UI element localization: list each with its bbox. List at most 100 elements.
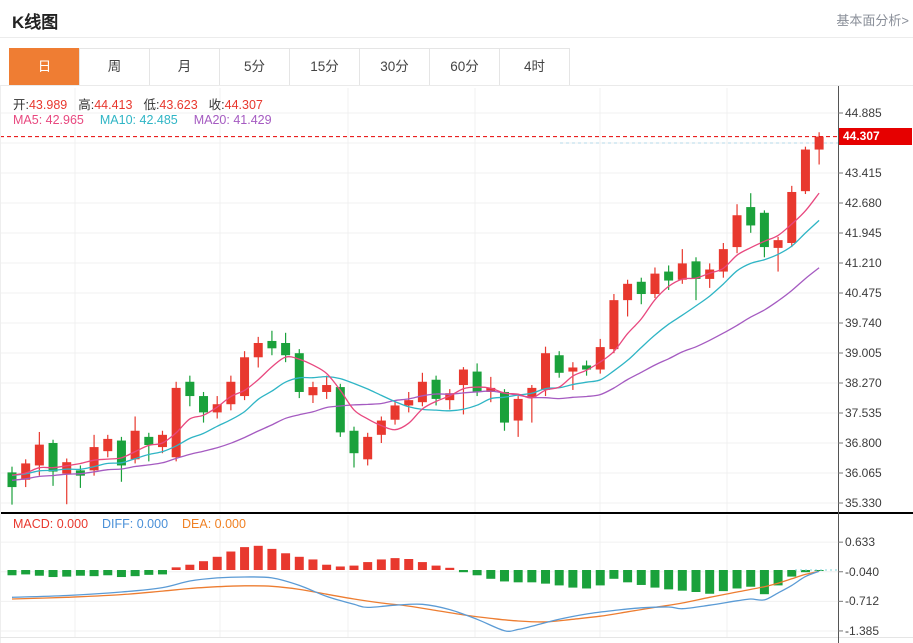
- macd-bar: [637, 570, 646, 585]
- macd-bar: [623, 570, 632, 582]
- macd-bar: [705, 570, 714, 594]
- current-price-badge: 44.307: [839, 128, 912, 145]
- axis-tick-label: 39.005: [845, 346, 882, 360]
- candle-body: [350, 431, 359, 453]
- candle-body: [391, 405, 400, 419]
- candle-body: [131, 431, 140, 460]
- axis-tick-label: 0.633: [845, 535, 875, 549]
- axis-tick-label: 44.885: [845, 106, 882, 120]
- macd-bar: [418, 562, 427, 570]
- candle-body: [733, 215, 742, 247]
- readout-item: DIFF: 0.000: [102, 517, 168, 531]
- macd-bar: [158, 570, 167, 574]
- macd-bar: [555, 570, 564, 585]
- candle-body: [281, 343, 290, 355]
- axis-tick-label: 35.330: [845, 496, 882, 510]
- macd-bar: [199, 561, 208, 570]
- macd-bar: [308, 559, 317, 570]
- macd-bar: [473, 570, 482, 575]
- macd-bar: [62, 570, 71, 577]
- candle-body: [144, 437, 153, 445]
- macd-bar: [240, 547, 249, 570]
- readout-item: MACD: 0.000: [13, 517, 88, 531]
- candle-body: [377, 421, 386, 435]
- macd-bar: [144, 570, 153, 575]
- axis-tick-label: 37.535: [845, 406, 882, 420]
- candle-body: [692, 261, 701, 279]
- axis-tick-label: -1.385: [845, 624, 879, 638]
- axis-tick-label: 36.800: [845, 436, 882, 450]
- candle-body: [664, 272, 673, 281]
- macd-bar: [49, 570, 58, 577]
- macd-bar: [527, 570, 536, 582]
- axis-tick-label: 40.475: [845, 286, 882, 300]
- candle-body: [459, 370, 468, 386]
- candle-body: [746, 207, 755, 225]
- axis-tick-label: 36.065: [845, 466, 882, 480]
- macd-bar: [254, 546, 263, 570]
- macd-bar: [609, 570, 618, 579]
- macd-bar: [746, 570, 755, 587]
- axis-tick-label: -0.040: [845, 565, 879, 579]
- macd-bar: [500, 570, 509, 581]
- macd-bar: [336, 566, 345, 570]
- readout-item: 开:43.989: [13, 94, 67, 113]
- ohlc-readout-row: 开:43.989 高:44.413 低:43.623 收:44.307: [13, 94, 263, 113]
- axis-tick-label: 43.415: [845, 166, 882, 180]
- candle-body: [609, 300, 618, 349]
- macd-bar: [404, 559, 413, 570]
- candle-body: [254, 343, 263, 357]
- candle-body: [568, 367, 577, 371]
- axis-tick-label: 38.270: [845, 376, 882, 390]
- candle-body: [596, 347, 605, 369]
- macd-bar: [486, 570, 495, 579]
- candle-body: [185, 382, 194, 396]
- candle-body: [418, 382, 427, 402]
- candle-body: [103, 439, 112, 451]
- macd-bar: [131, 570, 140, 576]
- candle-body: [787, 192, 796, 243]
- macd-bar: [514, 570, 523, 582]
- macd-bar: [281, 553, 290, 570]
- readout-item: 高:44.413: [78, 94, 132, 113]
- candle-body: [801, 150, 810, 192]
- macd-bar: [459, 570, 468, 572]
- axis-tick-label: 41.210: [845, 256, 882, 270]
- candle-body: [404, 400, 413, 405]
- readout-item: 低:43.623: [143, 94, 197, 113]
- macd-bar: [733, 570, 742, 588]
- macd-bar: [350, 566, 359, 570]
- macd-bar: [76, 570, 85, 576]
- macd-bar: [21, 570, 30, 574]
- macd-bar: [787, 570, 796, 577]
- readout-item: 收:44.307: [209, 94, 263, 113]
- readout-item: MA10: 42.485: [100, 113, 178, 127]
- macd-bar: [172, 567, 181, 570]
- macd-bar: [213, 557, 222, 570]
- macd-bar: [541, 570, 550, 584]
- macd-bar: [760, 570, 769, 594]
- macd-bar: [267, 549, 276, 570]
- macd-bar: [596, 570, 605, 585]
- macd-bar: [650, 570, 659, 588]
- candle-body: [514, 399, 523, 421]
- macd-bar: [103, 570, 112, 575]
- readout-item: MA5: 42.965: [13, 113, 84, 127]
- candle-body: [555, 355, 564, 373]
- macd-bar: [90, 570, 99, 576]
- macd-bar: [117, 570, 126, 577]
- macd-bar: [185, 565, 194, 570]
- macd-bar: [445, 568, 454, 570]
- candle-body: [650, 274, 659, 294]
- macd-bar: [664, 570, 673, 589]
- macd-bar: [35, 570, 44, 576]
- axis-tick-label: 41.945: [845, 226, 882, 240]
- candle-body: [322, 385, 331, 392]
- axis-tick-label: 39.740: [845, 316, 882, 330]
- candle-body: [473, 372, 482, 392]
- macd-bar: [719, 570, 728, 591]
- candle-body: [623, 284, 632, 300]
- macd-bar: [432, 566, 441, 570]
- macd-bar: [678, 570, 687, 591]
- macd-bar: [377, 559, 386, 570]
